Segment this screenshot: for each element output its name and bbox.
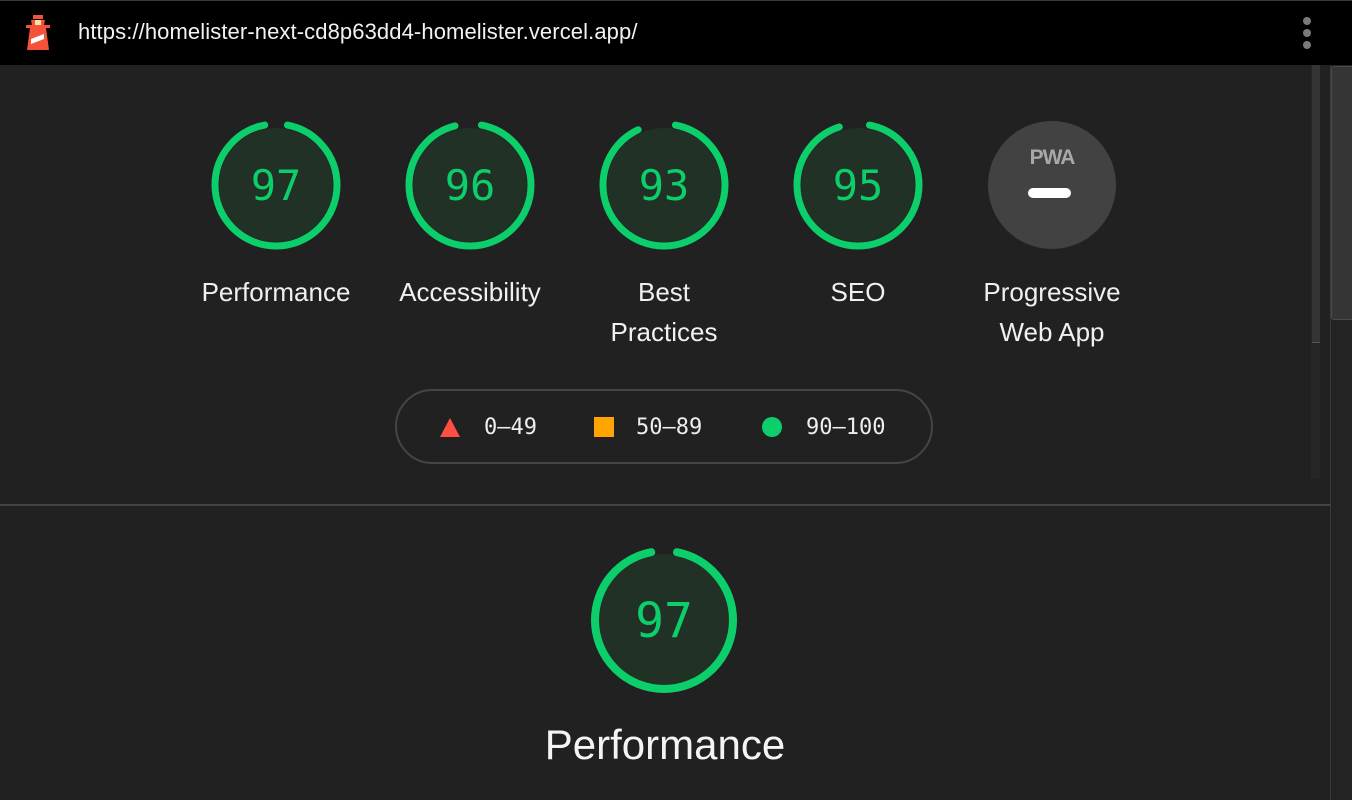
legend-range: 0–49 [484,414,537,440]
legend-item-average: 50–89 [594,413,702,441]
legend-item-fail: 0–49 [440,413,537,441]
score-scale-legend: 0–49 50–89 90–100 [395,389,933,464]
gauge-accessibility[interactable]: 96 Accessibility [380,120,560,312]
gauge-best-practices[interactable]: 93 Best Practices [574,120,754,352]
circle-icon [762,417,782,437]
square-icon [594,417,614,437]
legend-range: 50–89 [636,414,703,440]
pwa-badge-text: PWA [1030,146,1076,169]
gauge-ring: 93 [599,120,729,250]
lighthouse-icon [26,15,50,50]
gauge-performance[interactable]: 97 Performance [186,120,366,312]
gauge-ring: 96 [405,120,535,250]
gauge-ring: 97 [591,547,737,693]
page-scrollbar-thumb[interactable] [1331,66,1352,320]
dash-icon [1028,188,1071,198]
triangle-icon [440,418,460,437]
score-value: 97 [251,161,302,210]
gauge-label: Best Practices [574,272,754,352]
pwa-badge-icon: PWA [988,121,1116,249]
score-value: 95 [833,161,884,210]
section-title: Performance [544,721,786,768]
performance-section-gauge: 97 [589,545,739,695]
score-value: 97 [635,593,693,649]
legend-item-pass: 90–100 [762,413,885,441]
gauge-label: Accessibility [399,277,541,307]
gauge-label-line: Practices [610,317,718,347]
gauge-label: Progressive Web App [962,272,1142,352]
page-url: https://homelister-next-cd8p63dd4-homeli… [78,19,638,44]
score-value: 96 [445,161,496,210]
kebab-menu-icon[interactable] [1296,17,1318,51]
gauge-label-line: Web App [999,317,1105,347]
gauge-label: SEO [830,277,886,307]
gauge-label-line: Best [637,277,691,307]
gauge-ring: 95 [793,120,923,250]
legend-range: 90–100 [806,414,886,440]
gauge-label-line: Progressive [983,277,1121,307]
section-divider [0,504,1330,506]
gauge-label: Performance [201,277,351,307]
report-header: https://homelister-next-cd8p63dd4-homeli… [0,0,1352,65]
inner-scrollbar-thumb[interactable] [1312,65,1320,343]
score-value: 93 [639,161,690,210]
gauge-ring: 97 [211,120,341,250]
gauge-pwa[interactable]: PWA Progressive Web App [962,120,1142,352]
gauge-seo[interactable]: 95 SEO [768,120,948,312]
